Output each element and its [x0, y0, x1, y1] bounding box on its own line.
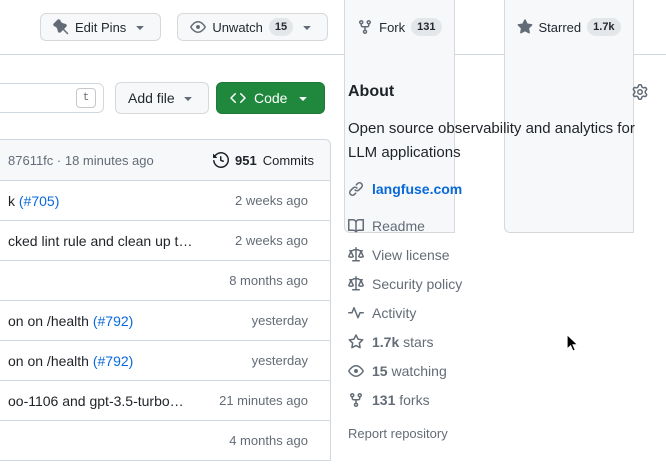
files-pane: t Add file Code 87611fc · 18 minutes	[0, 55, 331, 467]
commit-age: 21 minutes ago	[219, 393, 308, 408]
table-row[interactable]: k (#705) 2 weeks ago	[0, 180, 330, 220]
about-links: Readme View license Security policy Acti…	[348, 211, 648, 414]
website-link[interactable]: langfuse.com	[372, 181, 462, 197]
commit-age: yesterday	[252, 313, 308, 328]
security-policy-link[interactable]: Security policy	[348, 269, 648, 298]
about-sidebar: About Open source observability and anal…	[331, 55, 666, 467]
chevron-down-icon	[295, 90, 311, 106]
commit-age: 2 weeks ago	[235, 233, 308, 248]
fork-icon	[357, 19, 373, 35]
edit-pins-button[interactable]: Edit Pins	[40, 13, 161, 41]
chevron-down-icon	[299, 19, 315, 35]
code-label: Code	[254, 90, 287, 106]
issue-link[interactable]: (#705)	[19, 193, 59, 209]
book-icon	[348, 218, 364, 234]
commits-count-label: Commits	[263, 153, 314, 168]
commits-count: 951	[235, 153, 257, 168]
fork-label: Fork	[379, 20, 405, 35]
report-repository-link[interactable]: Report repository	[348, 426, 648, 441]
star-icon	[348, 334, 364, 350]
unwatch-label: Unwatch	[212, 20, 263, 35]
pulse-icon	[348, 305, 364, 321]
law-icon	[348, 247, 364, 263]
latest-commit-bar: 87611fc · 18 minutes ago 951 Commits	[0, 140, 330, 180]
table-row[interactable]: cked lint rule and clean up t… 2 weeks a…	[0, 220, 330, 260]
code-icon	[230, 90, 246, 106]
gear-icon	[632, 84, 648, 100]
commit-age: yesterday	[252, 353, 308, 368]
edit-pins-label: Edit Pins	[75, 20, 126, 35]
commit-hash[interactable]: 87611fc	[8, 153, 53, 168]
commit-history-link[interactable]: 951 Commits	[213, 152, 314, 168]
eye-icon	[190, 19, 206, 35]
watching-link[interactable]: 15 watching	[348, 356, 648, 385]
commit-age: 8 months ago	[229, 273, 308, 288]
main-content: t Add file Code 87611fc · 18 minutes	[0, 55, 666, 467]
chevron-down-icon	[132, 19, 148, 35]
chevron-down-icon	[180, 90, 196, 106]
eye-icon	[348, 363, 364, 379]
commit-message: on on /health	[8, 313, 93, 329]
star-filled-icon	[517, 19, 533, 35]
watchers-count: 15	[269, 18, 293, 36]
commit-age: 2 weeks ago	[235, 193, 308, 208]
table-row[interactable]: on on /health (#792) yesterday	[0, 340, 330, 380]
activity-link[interactable]: Activity	[348, 298, 648, 327]
about-settings-button[interactable]	[632, 84, 648, 100]
add-file-label: Add file	[128, 90, 175, 106]
repo-description: Open source observability and analytics …	[348, 117, 648, 165]
issue-link[interactable]: (#792)	[93, 353, 133, 369]
fork-icon	[348, 392, 364, 408]
commit-age: 4 months ago	[229, 433, 308, 448]
website-row: langfuse.com	[348, 181, 648, 197]
add-file-button[interactable]: Add file	[115, 82, 209, 114]
stars-count: 1.7k	[587, 18, 620, 36]
table-row[interactable]: oo-1106 and gpt-3.5-turbo… 21 minutes ag…	[0, 380, 330, 420]
file-table: 87611fc · 18 minutes ago 951 Commits k (…	[0, 139, 331, 461]
pin-icon	[53, 19, 69, 35]
table-row[interactable]: 4 months ago	[0, 420, 330, 460]
code-button[interactable]: Code	[216, 82, 325, 114]
history-icon	[213, 152, 229, 168]
link-icon	[348, 181, 364, 197]
commit-time: · 18 minutes ago	[53, 153, 153, 168]
stars-link[interactable]: 1.7k stars	[348, 327, 648, 356]
issue-link[interactable]: (#792)	[93, 313, 133, 329]
license-link[interactable]: View license	[348, 240, 648, 269]
commit-message: on on /health	[8, 353, 93, 369]
files-toolbar: t Add file Code	[0, 55, 331, 139]
forks-count: 131	[411, 18, 441, 36]
commit-message: k	[8, 193, 19, 209]
go-to-file-input[interactable]: t	[0, 83, 104, 113]
commit-message: oo-1106 and gpt-3.5-turbo…	[8, 393, 184, 409]
latest-commit-meta[interactable]: 87611fc · 18 minutes ago	[8, 153, 154, 168]
starred-label: Starred	[539, 20, 582, 35]
unwatch-button[interactable]: Unwatch 15	[177, 13, 328, 41]
repo-action-bar: Edit Pins Unwatch 15 Fork 131	[0, 0, 666, 55]
goto-file-shortcut-hint: t	[76, 88, 96, 108]
law-icon	[348, 276, 364, 292]
forks-link[interactable]: 131 forks	[348, 385, 648, 414]
commit-message: cked lint rule and clean up t…	[8, 233, 192, 249]
readme-link[interactable]: Readme	[348, 211, 648, 240]
table-row[interactable]: 8 months ago	[0, 260, 330, 300]
about-title: About	[348, 83, 394, 101]
table-row[interactable]: on on /health (#792) yesterday	[0, 300, 330, 340]
